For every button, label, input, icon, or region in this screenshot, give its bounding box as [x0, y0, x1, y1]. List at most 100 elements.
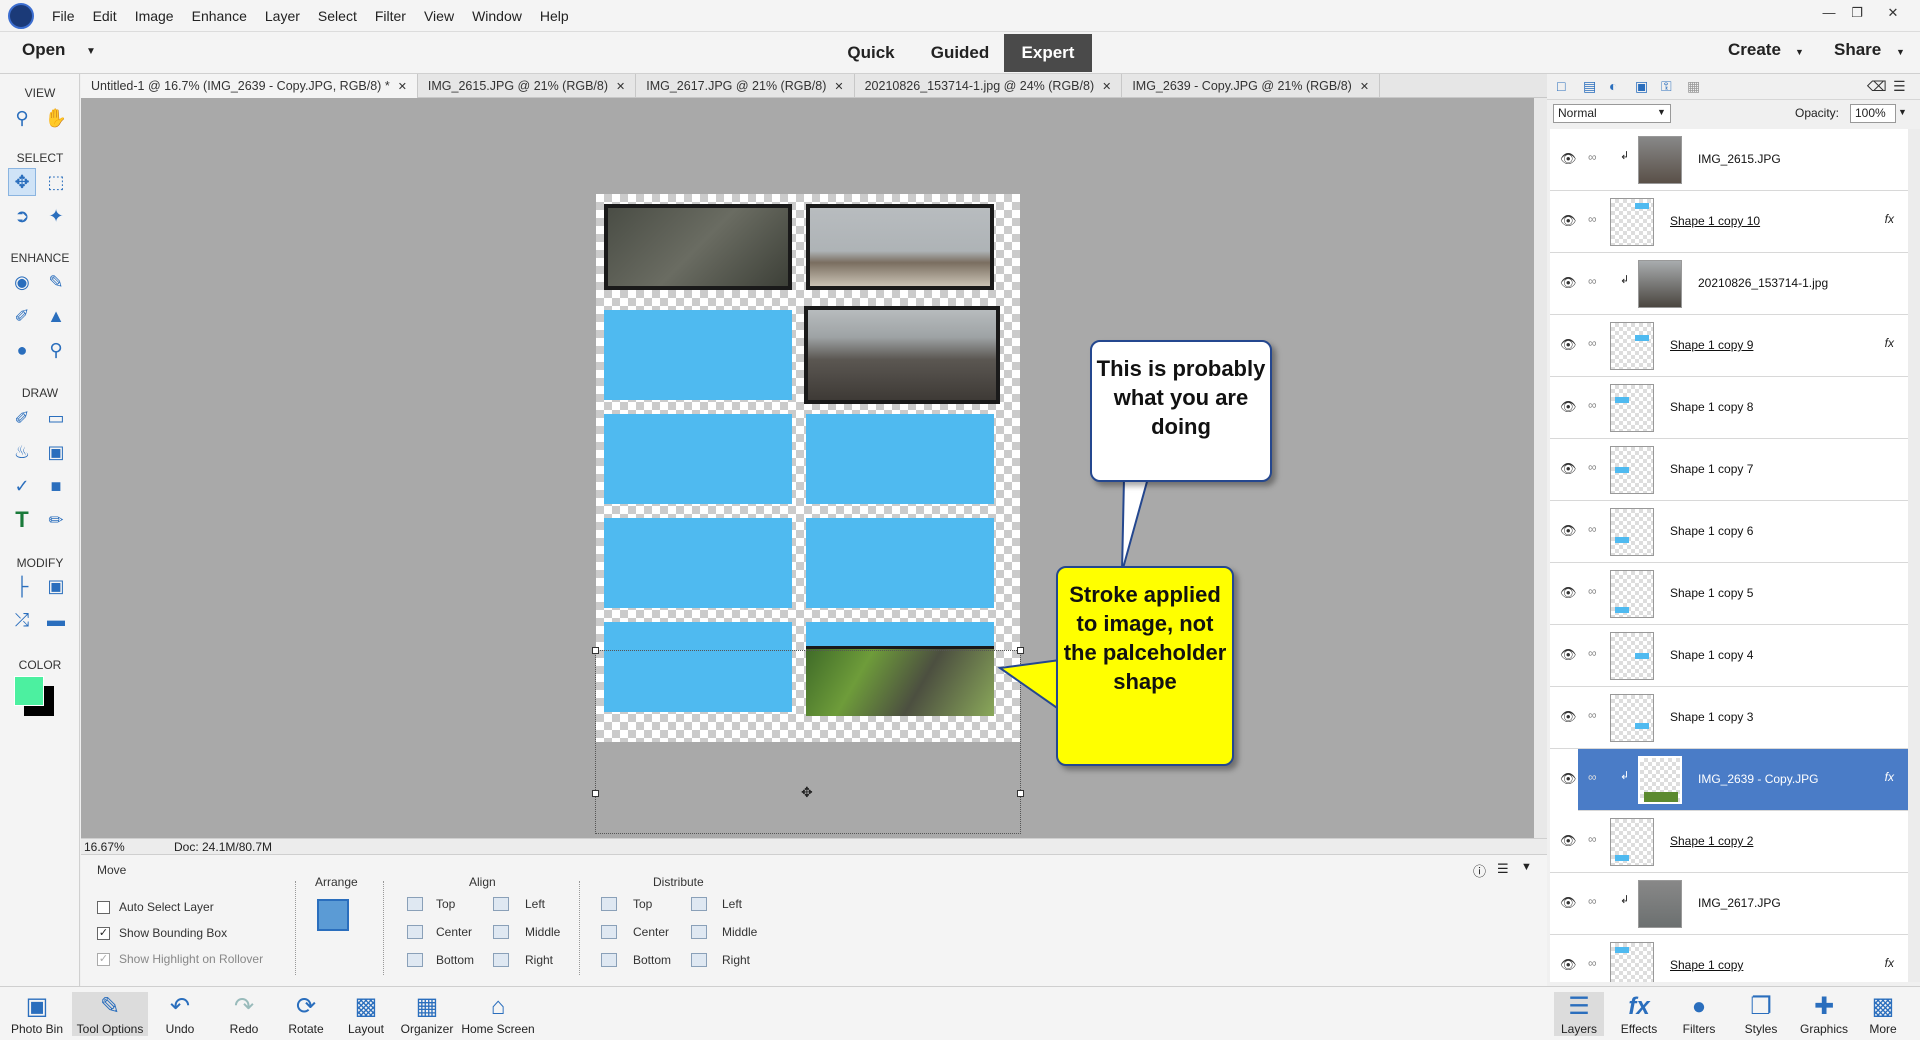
- layer-row[interactable]: 👁 ∞ ↲ 20210826_153714-1.jpg: [1550, 253, 1908, 315]
- eye-icon[interactable]: 👁: [1560, 461, 1577, 477]
- link-icon[interactable]: ∞: [1588, 708, 1597, 722]
- smart-brush-icon[interactable]: ✐: [8, 302, 36, 330]
- tab-untitled-1[interactable]: Untitled-1 @ 16.7% (IMG_2639 - Copy.JPG,…: [81, 74, 418, 98]
- foreground-color-swatch[interactable]: [14, 676, 44, 706]
- crop-icon[interactable]: ├: [8, 572, 36, 600]
- options-menu-icon[interactable]: ☰: [1497, 861, 1509, 877]
- marquee-tool-icon[interactable]: ⬚: [42, 168, 70, 196]
- link-icon[interactable]: ∞: [1588, 770, 1597, 784]
- eraser-icon[interactable]: ▭: [42, 404, 70, 432]
- minimize-icon[interactable]: —: [1818, 4, 1840, 22]
- placeholder-shape[interactable]: [604, 310, 792, 400]
- reference-point-icon[interactable]: ✥: [801, 784, 813, 801]
- distribute-left-icon[interactable]: [691, 897, 707, 911]
- eye-icon[interactable]: 👁: [1560, 771, 1577, 787]
- tool-options-button[interactable]: ✎ Tool Options: [72, 992, 148, 1036]
- menu-select[interactable]: Select: [318, 8, 357, 24]
- type-tool-icon[interactable]: T: [8, 506, 36, 534]
- eye-icon[interactable]: 👁: [1560, 895, 1577, 911]
- transform-handle[interactable]: [1017, 647, 1024, 654]
- rotate-button[interactable]: ⟳ Rotate: [282, 992, 330, 1036]
- effects-button[interactable]: fx Effects: [1614, 992, 1664, 1036]
- canvas-vertical-scrollbar[interactable]: [1534, 98, 1547, 838]
- eyedropper-icon[interactable]: ✓: [8, 472, 36, 500]
- layer-row[interactable]: 👁 ∞ Shape 1 copy 2: [1550, 811, 1908, 873]
- pencil-icon[interactable]: ✏: [42, 506, 70, 534]
- lock-all-icon[interactable]: ⚿: [1661, 78, 1672, 95]
- restore-icon[interactable]: ❐: [1846, 4, 1868, 22]
- align-top-label[interactable]: Top: [436, 897, 455, 911]
- placeholder-shape[interactable]: [604, 414, 792, 504]
- new-group-icon[interactable]: ▤: [1583, 78, 1596, 95]
- zoom-tool-icon[interactable]: ⚲: [8, 104, 36, 132]
- styles-button[interactable]: ❐ Styles: [1736, 992, 1786, 1036]
- link-icon[interactable]: ∞: [1588, 212, 1597, 226]
- mode-guided[interactable]: Guided: [920, 34, 1000, 72]
- eye-icon[interactable]: 👁: [1560, 957, 1577, 973]
- layer-row[interactable]: 👁 ∞ Shape 1 copy 3: [1550, 687, 1908, 749]
- photo-houses[interactable]: [804, 306, 1000, 404]
- recompose-icon[interactable]: ▣: [42, 572, 70, 600]
- blend-mode-caret-icon[interactable]: ▼: [1657, 107, 1666, 117]
- eye-icon[interactable]: 👁: [1560, 523, 1577, 539]
- align-middle-icon[interactable]: [493, 925, 509, 939]
- distribute-top-label[interactable]: Top: [633, 897, 652, 911]
- distribute-left-label[interactable]: Left: [722, 897, 742, 911]
- open-button[interactable]: Open: [22, 40, 65, 60]
- eye-icon[interactable]: 👁: [1560, 399, 1577, 415]
- photo-beach[interactable]: [806, 204, 994, 290]
- align-middle-label[interactable]: Middle: [525, 925, 560, 939]
- menu-help[interactable]: Help: [540, 8, 569, 24]
- auto-select-checkbox[interactable]: [97, 901, 110, 914]
- tab-img-2639-copy[interactable]: IMG_2639 - Copy.JPG @ 21% (RGB/8) ✕: [1122, 74, 1381, 98]
- distribute-middle-icon[interactable]: [691, 925, 707, 939]
- link-icon[interactable]: ∞: [1588, 832, 1597, 846]
- tab-img-2615[interactable]: IMG_2615.JPG @ 21% (RGB/8) ✕: [418, 74, 637, 98]
- distribute-bottom-label[interactable]: Bottom: [633, 953, 671, 967]
- opacity-caret-icon[interactable]: ▼: [1898, 107, 1907, 117]
- lock-transparency-icon[interactable]: ▦: [1687, 78, 1700, 95]
- content-aware-move-icon[interactable]: ⤮: [8, 606, 36, 634]
- filters-button[interactable]: ● Filters: [1674, 992, 1724, 1036]
- layer-row[interactable]: 👁 ∞ ↲ IMG_2615.JPG: [1550, 129, 1908, 191]
- layout-button[interactable]: ▩ Layout: [342, 992, 390, 1036]
- fx-icon[interactable]: fx: [1885, 770, 1894, 784]
- mode-expert[interactable]: Expert: [1004, 34, 1092, 72]
- layer-row[interactable]: 👁 ∞ Shape 1 copy 7: [1550, 439, 1908, 501]
- menu-edit[interactable]: Edit: [93, 8, 117, 24]
- layer-row[interactable]: 👁 ∞ ↲ IMG_2617.JPG: [1550, 873, 1908, 935]
- arrange-button[interactable]: [317, 899, 349, 931]
- eye-icon[interactable]: 👁: [1560, 337, 1577, 353]
- layer-row[interactable]: 👁 ∞ Shape 1 copy 4: [1550, 625, 1908, 687]
- clone-stamp-icon[interactable]: ▲: [42, 302, 70, 330]
- menu-window[interactable]: Window: [472, 8, 522, 24]
- menu-enhance[interactable]: Enhance: [192, 8, 247, 24]
- tab-img-2617[interactable]: IMG_2617.JPG @ 21% (RGB/8) ✕: [636, 74, 855, 98]
- photo-forest[interactable]: [604, 204, 792, 290]
- layer-mask-icon[interactable]: ▣: [1635, 78, 1648, 95]
- delete-layer-icon[interactable]: ⌫: [1867, 78, 1887, 95]
- align-left-icon[interactable]: [493, 897, 509, 911]
- open-caret-icon[interactable]: ▼: [86, 46, 96, 57]
- link-icon[interactable]: ∞: [1588, 398, 1597, 412]
- align-bottom-icon[interactable]: [407, 953, 423, 967]
- share-button[interactable]: Share: [1834, 40, 1881, 60]
- link-icon[interactable]: ∞: [1588, 460, 1597, 474]
- link-icon[interactable]: ∞: [1588, 336, 1597, 350]
- eye-icon[interactable]: 👁: [1560, 151, 1577, 167]
- lasso-tool-icon[interactable]: ➲: [8, 202, 36, 230]
- placeholder-shape[interactable]: [806, 518, 994, 608]
- bounding-box-checkbox[interactable]: ✓: [97, 927, 110, 940]
- gradient-icon[interactable]: ▣: [42, 438, 70, 466]
- eye-icon[interactable]: 👁: [1560, 275, 1577, 291]
- menu-view[interactable]: View: [424, 8, 454, 24]
- align-center-label[interactable]: Center: [436, 925, 472, 939]
- redo-button[interactable]: ↷ Redo: [222, 992, 266, 1036]
- menu-file[interactable]: File: [52, 8, 75, 24]
- healing-brush-icon[interactable]: ✎: [42, 268, 70, 296]
- undo-button[interactable]: ↶ Undo: [158, 992, 202, 1036]
- tab-20210826[interactable]: 20210826_153714-1.jpg @ 24% (RGB/8) ✕: [855, 74, 1123, 98]
- align-top-icon[interactable]: [407, 897, 423, 911]
- close-window-icon[interactable]: ✕: [1882, 4, 1904, 22]
- layers-button[interactable]: ☰ Layers: [1554, 992, 1604, 1036]
